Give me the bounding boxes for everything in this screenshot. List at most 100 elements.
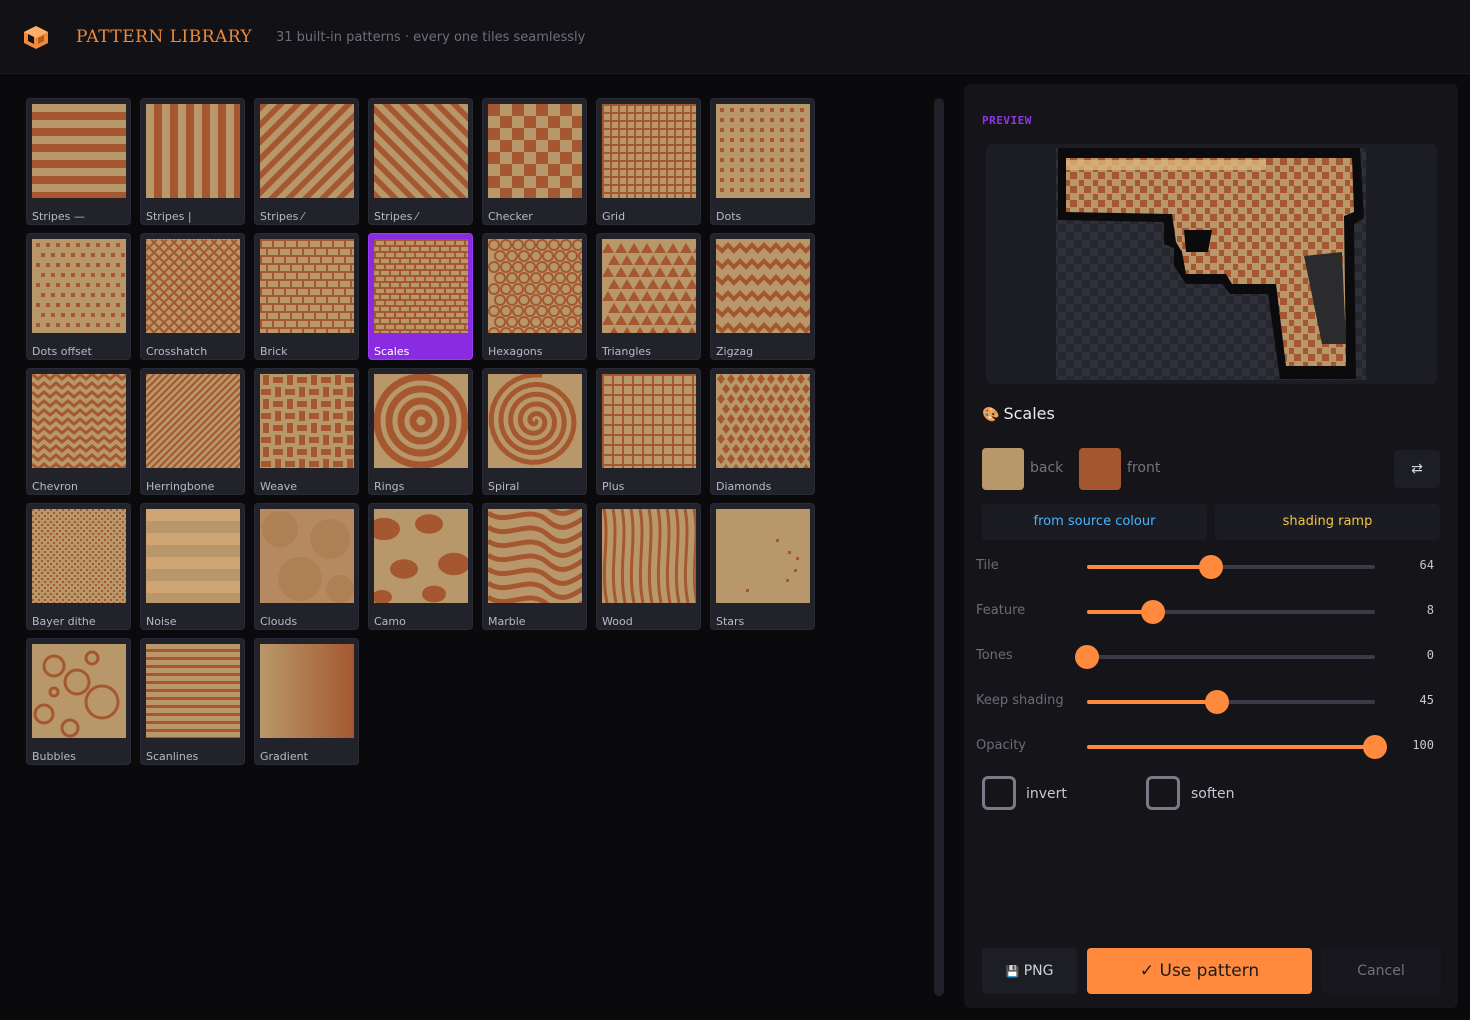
slider-knob[interactable] bbox=[1198, 555, 1223, 579]
pattern-thumbnail bbox=[166, 104, 540, 198]
slider-track[interactable] bbox=[1087, 690, 1375, 714]
pattern-tile-stripes-h[interactable]: Stripes — bbox=[26, 98, 131, 225]
pattern-tile-zigzag[interactable]: Zigzag bbox=[710, 233, 815, 360]
pattern-tile-triangles[interactable]: Triangles bbox=[596, 233, 711, 360]
weave-pattern-swatch bbox=[260, 374, 355, 469]
slider-value: 45 bbox=[1419, 693, 1434, 707]
slider-knob[interactable] bbox=[1204, 690, 1229, 714]
pattern-thumbnail bbox=[50, 239, 428, 335]
scales-pattern-swatch bbox=[374, 239, 468, 335]
pattern-grid-scrollbar[interactable] bbox=[934, 98, 944, 996]
gradient-pattern-swatch bbox=[260, 644, 354, 738]
pattern-tile-label: Scanlines bbox=[146, 750, 199, 763]
from-source-colour-button[interactable]: from source colour bbox=[982, 504, 1207, 540]
pattern-thumbnail bbox=[146, 104, 242, 198]
pattern-tile-diamonds[interactable]: Diamonds bbox=[710, 368, 820, 495]
slider-track[interactable] bbox=[1087, 600, 1375, 624]
pattern-tile-scanlines[interactable]: Scanlines bbox=[140, 638, 245, 765]
pattern-tile-label: Wood bbox=[602, 615, 633, 628]
stars-pattern-swatch bbox=[716, 509, 810, 603]
slider-track[interactable] bbox=[1075, 645, 1375, 669]
back-color-label: back bbox=[1030, 460, 1064, 476]
slider-label: Tile bbox=[976, 558, 999, 573]
slider-keep-shading: Keep shading 45 bbox=[976, 690, 1446, 714]
bubbles-pattern-swatch bbox=[32, 644, 126, 738]
pattern-thumbnail bbox=[602, 374, 696, 468]
pattern-tile-label: Zigzag bbox=[716, 345, 754, 358]
pattern-tile-label: Weave bbox=[260, 480, 298, 493]
pattern-tile-bubbles[interactable]: Bubbles bbox=[26, 638, 131, 765]
pattern-tile-stars[interactable]: Stars bbox=[710, 503, 815, 630]
cancel-button[interactable]: Cancel bbox=[1321, 948, 1441, 994]
pattern-thumbnail bbox=[32, 509, 127, 604]
pattern-thumbnail bbox=[716, 104, 810, 198]
pattern-thumbnail bbox=[714, 239, 814, 334]
pattern-tile-marble[interactable]: Marble bbox=[482, 496, 590, 630]
pattern-tile-rings[interactable]: Rings bbox=[368, 368, 473, 495]
back-color-swatch[interactable] bbox=[982, 448, 1024, 490]
slider-knob[interactable] bbox=[1141, 600, 1166, 624]
pattern-tile-chevron[interactable]: Chevron bbox=[26, 368, 131, 495]
pattern-tile-label: Gradient bbox=[260, 750, 308, 763]
slider-knob[interactable] bbox=[1075, 645, 1099, 669]
pattern-tile-dots[interactable]: Dots bbox=[710, 98, 815, 225]
slider-track[interactable] bbox=[1087, 555, 1375, 579]
pattern-tile-stripes-d1[interactable]: Stripes ⁄ bbox=[166, 98, 540, 225]
pattern-thumbnail bbox=[260, 644, 354, 738]
export-png-button[interactable]: 💾 PNG bbox=[982, 948, 1077, 994]
pattern-thumbnail bbox=[602, 508, 699, 604]
pattern-tile-weave[interactable]: Weave bbox=[254, 368, 359, 495]
pattern-tile-wood[interactable]: Wood bbox=[596, 503, 701, 630]
pattern-tile-noise[interactable]: Noise bbox=[140, 503, 245, 630]
slider-value: 0 bbox=[1426, 648, 1434, 662]
soften-label: soften bbox=[1191, 786, 1235, 802]
slider-tile: Tile 64 bbox=[976, 555, 1446, 579]
pattern-tile-stripes-d2[interactable]: Stripes ⁄ bbox=[280, 98, 654, 225]
pattern-tile-label: Stripes ⁄ bbox=[374, 210, 418, 223]
swap-icon: ⇄ bbox=[1411, 461, 1423, 477]
brick-pattern-swatch bbox=[260, 239, 354, 335]
slider-track[interactable] bbox=[1087, 735, 1387, 759]
pattern-tile-label: Camo bbox=[374, 615, 406, 628]
slider-value: 64 bbox=[1419, 558, 1434, 572]
slider-tones: Tones 0 bbox=[976, 645, 1446, 669]
pattern-tile-crosshatch[interactable]: Crosshatch bbox=[50, 233, 428, 360]
pattern-tile-camo[interactable]: Camo bbox=[368, 503, 473, 630]
page-subtitle: 31 built-in patterns · every one tiles s… bbox=[276, 30, 586, 45]
save-icon: 💾 bbox=[1005, 965, 1020, 978]
pattern-tile-stripes-v[interactable]: Stripes | bbox=[140, 98, 245, 225]
pattern-tile-spiral[interactable]: Spiral bbox=[482, 368, 587, 495]
pattern-tile-checker[interactable]: Checker bbox=[482, 98, 587, 225]
pattern-tile-label: Clouds bbox=[260, 615, 298, 628]
pattern-tile-clouds[interactable]: Clouds bbox=[254, 503, 359, 630]
marble-pattern-swatch bbox=[486, 496, 590, 614]
pattern-tile-label: Noise bbox=[146, 615, 177, 628]
pattern-tile-grid[interactable]: Grid bbox=[596, 98, 701, 225]
pattern-tile-bayer[interactable]: Bayer dithe bbox=[26, 503, 131, 630]
pattern-thumbnail bbox=[31, 372, 129, 480]
pattern-tile-label: Plus bbox=[602, 480, 625, 493]
pattern-tile-scales[interactable]: Scales bbox=[368, 233, 473, 360]
invert-checkbox[interactable] bbox=[982, 776, 1016, 810]
pattern-tile-gradient[interactable]: Gradient bbox=[254, 638, 359, 765]
pattern-tile-label: Spiral bbox=[488, 480, 520, 493]
hexagons-pattern-swatch bbox=[488, 239, 596, 339]
slider-fill bbox=[1087, 700, 1217, 704]
pattern-tile-label: Stripes ⁄ bbox=[260, 210, 304, 223]
front-color-swatch[interactable] bbox=[1079, 448, 1121, 490]
invert-label: invert bbox=[1026, 786, 1067, 802]
pattern-thumbnail bbox=[32, 104, 126, 200]
soften-checkbox[interactable] bbox=[1146, 776, 1180, 810]
swap-colors-button[interactable]: ⇄ bbox=[1394, 450, 1440, 488]
stripes-v-pattern-swatch bbox=[146, 104, 242, 198]
pattern-thumbnail bbox=[716, 374, 820, 474]
pattern-tile-hexagons[interactable]: Hexagons bbox=[482, 233, 596, 360]
shading-ramp-button[interactable]: shading ramp bbox=[1215, 504, 1440, 540]
pattern-tile-herringbone[interactable]: Herringbone bbox=[52, 368, 429, 495]
diamonds-pattern-swatch bbox=[716, 374, 820, 474]
pattern-tile-dots-offset[interactable]: Dots offset bbox=[26, 233, 131, 360]
slider-knob[interactable] bbox=[1363, 735, 1387, 759]
use-pattern-button[interactable]: ✓ Use pattern bbox=[1087, 948, 1312, 994]
pattern-tile-plus[interactable]: Plus bbox=[596, 368, 701, 495]
pattern-tile-brick[interactable]: Brick bbox=[254, 233, 359, 360]
